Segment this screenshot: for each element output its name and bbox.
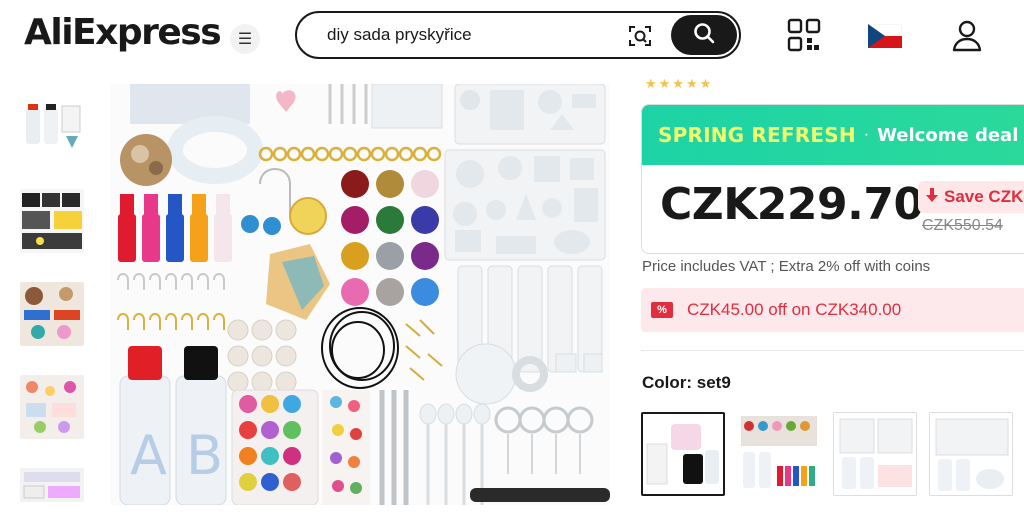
save-badge: Save CZK bbox=[918, 181, 1024, 213]
search-icon bbox=[692, 21, 716, 50]
deal-separator: · bbox=[863, 126, 870, 143]
qr-code-icon[interactable] bbox=[787, 18, 821, 52]
current-price: CZK229.70 bbox=[660, 179, 924, 230]
deal-banner: SPRING REFRESH · Welcome deal bbox=[642, 105, 1024, 165]
svg-text:B: B bbox=[186, 424, 223, 487]
header: AliExpress ☰ bbox=[0, 0, 1024, 76]
coupon-text: CZK45.00 off on CZK340.00 bbox=[687, 300, 902, 319]
deal-card: SPRING REFRESH · Welcome deal CZK229.70 … bbox=[641, 104, 1024, 254]
original-price: CZK550.54 bbox=[922, 217, 1003, 234]
camera-search-icon[interactable] bbox=[627, 23, 653, 49]
color-label: Color: set9 bbox=[642, 373, 731, 392]
user-icon[interactable] bbox=[950, 18, 984, 52]
search-bar bbox=[295, 11, 741, 59]
thumbnail-image[interactable] bbox=[20, 375, 84, 439]
divider bbox=[641, 350, 1024, 351]
search-button[interactable] bbox=[671, 15, 737, 55]
czech-flag-icon[interactable] bbox=[867, 23, 903, 48]
color-option[interactable] bbox=[833, 412, 917, 496]
main-product-image[interactable]: A B bbox=[110, 84, 610, 505]
thumbnail-image[interactable] bbox=[20, 282, 84, 346]
color-option[interactable] bbox=[737, 412, 821, 496]
menu-icon: ☰ bbox=[237, 31, 253, 48]
thumbnail-image[interactable] bbox=[20, 189, 84, 253]
coupon-icon: % bbox=[651, 302, 673, 318]
color-option-selected[interactable] bbox=[641, 412, 725, 496]
thumbnail-image[interactable] bbox=[20, 96, 84, 160]
aliexpress-logo[interactable]: AliExpress bbox=[24, 12, 222, 53]
vat-note: Price includes VAT ; Extra 2% off with c… bbox=[642, 258, 931, 275]
thumbnail-image[interactable] bbox=[20, 468, 84, 502]
deal-subtitle: Welcome deal bbox=[877, 124, 1019, 146]
save-label: Save CZK bbox=[944, 187, 1024, 206]
search-input[interactable] bbox=[327, 23, 607, 47]
color-option[interactable] bbox=[929, 412, 1013, 496]
down-arrow-icon bbox=[926, 187, 938, 207]
menu-button[interactable]: ☰ bbox=[230, 24, 260, 54]
svg-text:A: A bbox=[130, 424, 167, 487]
thumbnail-list bbox=[20, 96, 88, 531]
coupon-banner[interactable]: % CZK45.00 off on CZK340.00 bbox=[641, 288, 1024, 332]
rating-stars: ★★★★★ bbox=[645, 76, 714, 90]
deal-title: SPRING REFRESH bbox=[658, 123, 856, 147]
color-options bbox=[641, 412, 1024, 497]
